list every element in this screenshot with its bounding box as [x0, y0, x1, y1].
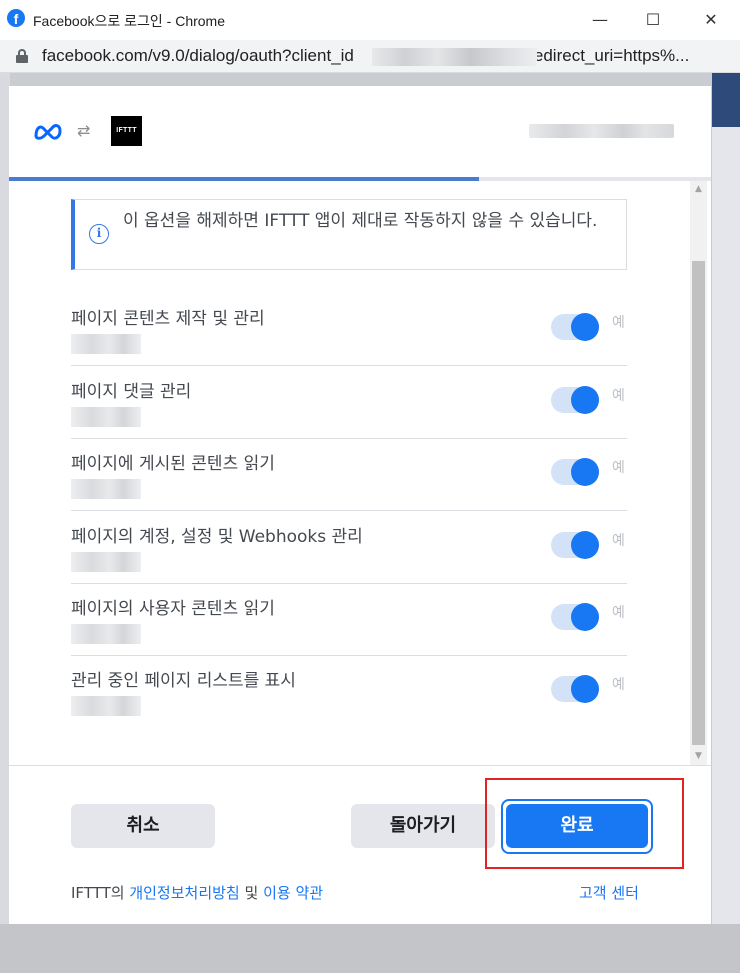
permission-title: 페이지 콘텐츠 제작 및 관리 — [71, 309, 265, 329]
toggle-knob — [571, 386, 599, 414]
warning-notice: i 이 옵션을 해제하면 IFTTT 앱이 제대로 작동하지 않을 수 있습니다… — [71, 199, 627, 270]
legal-text: IFTTT의 개인정보처리방침 및 이용 약관 — [71, 882, 323, 903]
background-page-header — [712, 73, 740, 127]
facebook-favicon-icon: f — [7, 9, 25, 27]
annotation-highlight-box — [485, 778, 684, 869]
scroll-down-arrow-icon[interactable]: ▼ — [690, 748, 707, 765]
url-text[interactable]: facebook.com/v9.0/dialog/oauth?client_id… — [42, 46, 689, 66]
scroll-up-arrow-icon[interactable]: ▲ — [690, 181, 707, 198]
cancel-button[interactable]: 취소 — [71, 804, 215, 848]
redacted-page-name — [71, 552, 141, 572]
legal-and: 및 — [239, 884, 264, 902]
permission-toggle[interactable] — [551, 386, 599, 414]
background-page-bottom — [0, 924, 740, 973]
toggle-label: 예 — [612, 605, 625, 621]
redacted-page-name — [71, 624, 141, 644]
info-icon: i — [89, 224, 109, 244]
maximize-button[interactable]: ☐ — [633, 6, 673, 34]
meta-logo-icon — [34, 124, 62, 140]
address-bar[interactable]: facebook.com/v9.0/dialog/oauth?client_id… — [0, 40, 740, 73]
permissions-scroll-area[interactable]: i 이 옵션을 해제하면 IFTTT 앱이 제대로 작동하지 않을 수 있습니다… — [9, 181, 711, 765]
oauth-dialog: ⇄ IFTTT i 이 옵션을 해제하면 IFTTT 앱이 제대로 작동하지 않… — [9, 86, 711, 924]
background-page-right — [712, 73, 740, 973]
notice-text: 이 옵션을 해제하면 IFTTT 앱이 제대로 작동하지 않을 수 있습니다. — [123, 211, 598, 231]
dialog-header: ⇄ IFTTT — [9, 86, 711, 178]
toggle-knob — [571, 531, 599, 559]
permission-row: 페이지의 사용자 콘텐츠 읽기 예 — [71, 584, 627, 656]
permission-row: 페이지에 게시된 콘텐츠 읽기 예 — [71, 439, 627, 511]
url-suffix: &redirect_uri=https%... — [516, 46, 690, 65]
permission-toggle[interactable] — [551, 675, 599, 703]
permission-row: 페이지 댓글 관리 예 — [71, 367, 627, 439]
help-center-link[interactable]: 고객 센터 — [579, 882, 639, 903]
permission-row: 관리 중인 페이지 리스트를 표시 예 — [71, 656, 627, 728]
toggle-label: 예 — [612, 315, 625, 331]
permission-title: 관리 중인 페이지 리스트를 표시 — [71, 671, 296, 691]
redacted-page-name — [71, 479, 141, 499]
url-prefix: facebook.com/v9.0/dialog/oauth?client_id — [42, 46, 354, 65]
permission-row: 페이지 콘텐츠 제작 및 관리 예 — [71, 294, 627, 366]
privacy-policy-link[interactable]: 개인정보처리방침 — [129, 884, 239, 902]
toggle-knob — [571, 458, 599, 486]
window-titlebar: f Facebook으로 로그인 - Chrome — ☐ ✕ — [0, 0, 740, 40]
permission-title: 페이지에 게시된 콘텐츠 읽기 — [71, 454, 275, 474]
redacted-page-name — [71, 407, 141, 427]
toggle-label: 예 — [612, 460, 625, 476]
ifttt-logo: IFTTT — [111, 116, 142, 146]
swap-arrows-icon: ⇄ — [77, 121, 91, 140]
permission-title: 페이지의 계정, 설정 및 Webhooks 관리 — [71, 527, 363, 547]
toggle-label: 예 — [612, 677, 625, 693]
redacted-client-id — [372, 48, 537, 66]
permission-toggle[interactable] — [551, 531, 599, 559]
redacted-page-name — [71, 696, 141, 716]
redacted-user-name — [529, 124, 674, 138]
lock-icon[interactable] — [16, 49, 28, 63]
footer-divider — [9, 765, 711, 766]
redacted-page-name — [71, 334, 141, 354]
toggle-label: 예 — [612, 388, 625, 404]
permission-title: 페이지 댓글 관리 — [71, 382, 192, 402]
vertical-scrollbar[interactable]: ▲ ▼ — [690, 181, 707, 765]
terms-link[interactable]: 이용 약관 — [263, 884, 323, 902]
permission-toggle[interactable] — [551, 458, 599, 486]
toggle-knob — [571, 313, 599, 341]
permission-row: 페이지의 계정, 설정 및 Webhooks 관리 예 — [71, 512, 627, 584]
window-title: Facebook으로 로그인 - Chrome — [33, 13, 226, 29]
permission-toggle[interactable] — [551, 313, 599, 341]
minimize-button[interactable]: — — [580, 6, 620, 34]
legal-prefix: IFTTT의 — [71, 884, 130, 902]
back-button[interactable]: 돌아가기 — [351, 804, 495, 848]
toggle-knob — [571, 675, 599, 703]
close-window-button[interactable]: ✕ — [691, 6, 731, 34]
permission-title: 페이지의 사용자 콘텐츠 읽기 — [71, 599, 275, 619]
toggle-knob — [571, 603, 599, 631]
permission-toggle[interactable] — [551, 603, 599, 631]
toggle-label: 예 — [612, 533, 625, 549]
scroll-thumb[interactable] — [692, 261, 705, 745]
